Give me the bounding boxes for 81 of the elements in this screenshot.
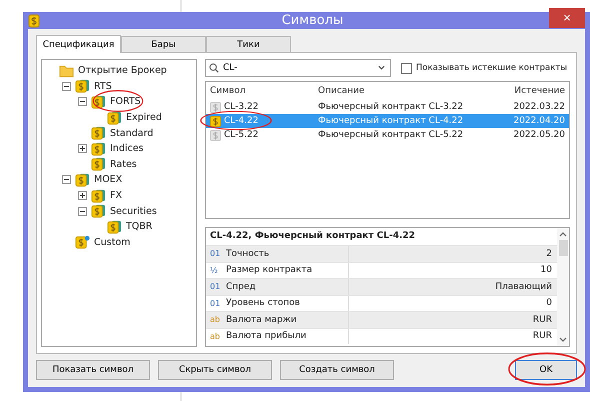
search-icon bbox=[209, 63, 219, 73]
checkbox[interactable] bbox=[401, 62, 412, 74]
action-button[interactable]: Скрыть символ bbox=[158, 360, 272, 380]
property-name: Размер контракта bbox=[226, 265, 312, 276]
action-button[interactable]: Показать символ bbox=[36, 360, 150, 380]
collapse-icon[interactable] bbox=[62, 175, 71, 184]
property-value: 0 bbox=[545, 298, 553, 308]
property-value: 10 bbox=[540, 265, 553, 276]
coin-stack-icon bbox=[75, 79, 90, 94]
action-button[interactable]: Создать символ bbox=[280, 360, 394, 380]
scrollbar-thumb[interactable] bbox=[558, 240, 568, 256]
type-icon: 01 bbox=[210, 249, 222, 258]
tree-item[interactable]: Securities bbox=[108, 206, 159, 217]
coin-stack-icon bbox=[75, 172, 90, 187]
ok-button[interactable]: OK bbox=[515, 360, 577, 380]
type-icon: ab bbox=[210, 315, 222, 324]
coin-stack-icon bbox=[28, 14, 40, 28]
type-icon: 01 bbox=[210, 282, 222, 292]
table-cell-text: Фьючерсный контракт CL-3.22 bbox=[317, 102, 464, 112]
collapse-icon[interactable] bbox=[78, 97, 87, 106]
property-name: Уровень стопов bbox=[226, 298, 300, 308]
table-cell: CL-4.22 bbox=[224, 116, 258, 126]
coin-stack-icon bbox=[91, 204, 106, 218]
coin-stack-icon bbox=[91, 126, 106, 140]
folder-icon bbox=[59, 64, 74, 78]
type-icon: ab bbox=[210, 332, 222, 341]
table-cell-text: Фьючерсный контракт CL-5.22 bbox=[317, 130, 464, 140]
coin-stack-icon bbox=[91, 94, 106, 109]
tree-item[interactable]: TQBR bbox=[124, 221, 154, 232]
property-value: RUR bbox=[532, 331, 553, 342]
type-icon: 01 bbox=[210, 298, 222, 308]
property-name: Точность bbox=[226, 248, 270, 259]
table-cell: CL-3.22 bbox=[224, 102, 258, 112]
tree-item[interactable]: Rates bbox=[108, 158, 139, 170]
table-cell-text: 2022.05.20 bbox=[512, 130, 566, 140]
column-header[interactable]: Символ bbox=[206, 86, 314, 96]
tree-item[interactable]: Custom bbox=[92, 236, 132, 248]
scrollbar[interactable] bbox=[557, 228, 569, 346]
chevron-down-icon[interactable] bbox=[378, 65, 385, 71]
window-title: Символы bbox=[280, 13, 344, 28]
expand-icon[interactable] bbox=[78, 144, 87, 154]
column-header[interactable]: Истечение bbox=[485, 86, 569, 96]
property-value: Плавающий bbox=[494, 282, 553, 292]
tree-item[interactable]: RTS bbox=[92, 80, 114, 92]
table-row[interactable]: CL-3.22 Фьючерсный контракт CL-3.22 2022.03.22 bbox=[206, 100, 569, 114]
table-cell-text: 2022.04.20 bbox=[512, 116, 566, 126]
chevron-up-icon[interactable] bbox=[559, 231, 567, 237]
property-name: Спред bbox=[226, 282, 256, 292]
tab[interactable]: Спецификация bbox=[36, 35, 121, 53]
column-header[interactable]: Описание bbox=[314, 86, 485, 96]
tree-item[interactable]: Standard bbox=[108, 128, 156, 139]
tree-item[interactable]: FX bbox=[108, 190, 124, 202]
table-row[interactable]: CL-5.22 Фьючерсный контракт CL-5.22 2022.05.20 bbox=[206, 128, 569, 142]
table-cell: CL-5.22 bbox=[224, 130, 258, 140]
tree-item[interactable]: MOEX bbox=[92, 174, 124, 186]
checkbox-label[interactable]: Показывать истекшие контракты bbox=[416, 63, 568, 73]
tab[interactable]: Тики bbox=[206, 36, 291, 52]
coin-stack-icon bbox=[75, 235, 90, 250]
coin-stack-icon bbox=[91, 157, 106, 172]
tree-item[interactable]: Открытие Брокер bbox=[76, 65, 169, 76]
type-icon: ½ bbox=[210, 266, 222, 275]
coin-stack-icon bbox=[107, 220, 122, 234]
tab[interactable]: Бары bbox=[121, 36, 206, 52]
property-name: Валюта прибыли bbox=[226, 331, 306, 342]
property-value: 2 bbox=[545, 248, 553, 259]
coin-stack-icon bbox=[91, 142, 106, 156]
coin-stack-icon bbox=[91, 188, 106, 203]
search-field[interactable]: CL- bbox=[205, 59, 391, 77]
property-name: Валюта маржи bbox=[226, 314, 297, 325]
tree-item[interactable]: Expired bbox=[124, 112, 164, 124]
close-button[interactable]: × bbox=[549, 8, 585, 28]
expand-icon[interactable] bbox=[78, 191, 87, 200]
details-title: CL-4.22, Фьючерсный контракт CL-4.22 bbox=[209, 230, 416, 243]
tree-item[interactable]: Indices bbox=[108, 143, 146, 154]
table-cell-text: 2022.03.22 bbox=[512, 102, 566, 112]
coin-stack-icon bbox=[107, 110, 122, 125]
table-cell-text: Фьючерсный контракт CL-4.22 bbox=[317, 116, 464, 126]
collapse-icon[interactable] bbox=[62, 82, 71, 91]
collapse-icon[interactable] bbox=[78, 206, 87, 216]
chevron-down-icon[interactable] bbox=[559, 337, 567, 343]
property-value: RUR bbox=[532, 314, 553, 325]
